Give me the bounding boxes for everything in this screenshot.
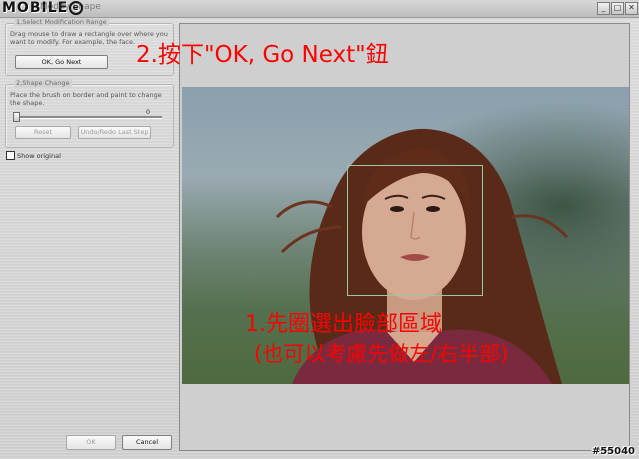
- window-title: Modify Shape: [40, 2, 101, 12]
- slider-thumb[interactable]: [13, 112, 20, 122]
- ok-button[interactable]: OK: [66, 435, 116, 450]
- brush-size-slider[interactable]: [14, 116, 162, 119]
- modify-shape-window: MOBILE e Modify Shape _ □ ✕ 1,Select Modi…: [0, 0, 639, 459]
- annotation-step1-line2: (也可以考慮先做左/右半部): [254, 342, 509, 366]
- close-icon[interactable]: ✕: [625, 2, 638, 15]
- show-original-label: Show original: [17, 152, 61, 160]
- shape-change-title: 2,Shape Change: [14, 79, 72, 87]
- annotation-step2: 2.按下"OK, Go Next"鈕: [136, 42, 389, 68]
- cancel-button[interactable]: Cancel: [122, 435, 172, 450]
- reset-button[interactable]: Reset: [15, 126, 71, 139]
- annotation-step1-line1: 1.先圈選出臉部區域: [245, 312, 442, 337]
- watermark: #55040: [591, 446, 635, 457]
- minimize-icon[interactable]: _: [597, 2, 610, 15]
- brush-size-value: 0: [146, 108, 151, 116]
- shape-change-hint: Place the brush on border and paint to c…: [10, 91, 162, 107]
- ok-go-next-button[interactable]: OK, Go Next: [15, 55, 108, 69]
- undo-redo-button[interactable]: Undo/Redo Last Step: [78, 126, 151, 139]
- select-range-title: 1,Select Modification Range: [14, 18, 109, 26]
- maximize-icon[interactable]: □: [611, 2, 624, 15]
- show-original-checkbox[interactable]: [6, 151, 15, 160]
- selection-rectangle[interactable]: [347, 165, 483, 296]
- title-bar: MOBILE e Modify Shape _ □ ✕: [0, 0, 639, 18]
